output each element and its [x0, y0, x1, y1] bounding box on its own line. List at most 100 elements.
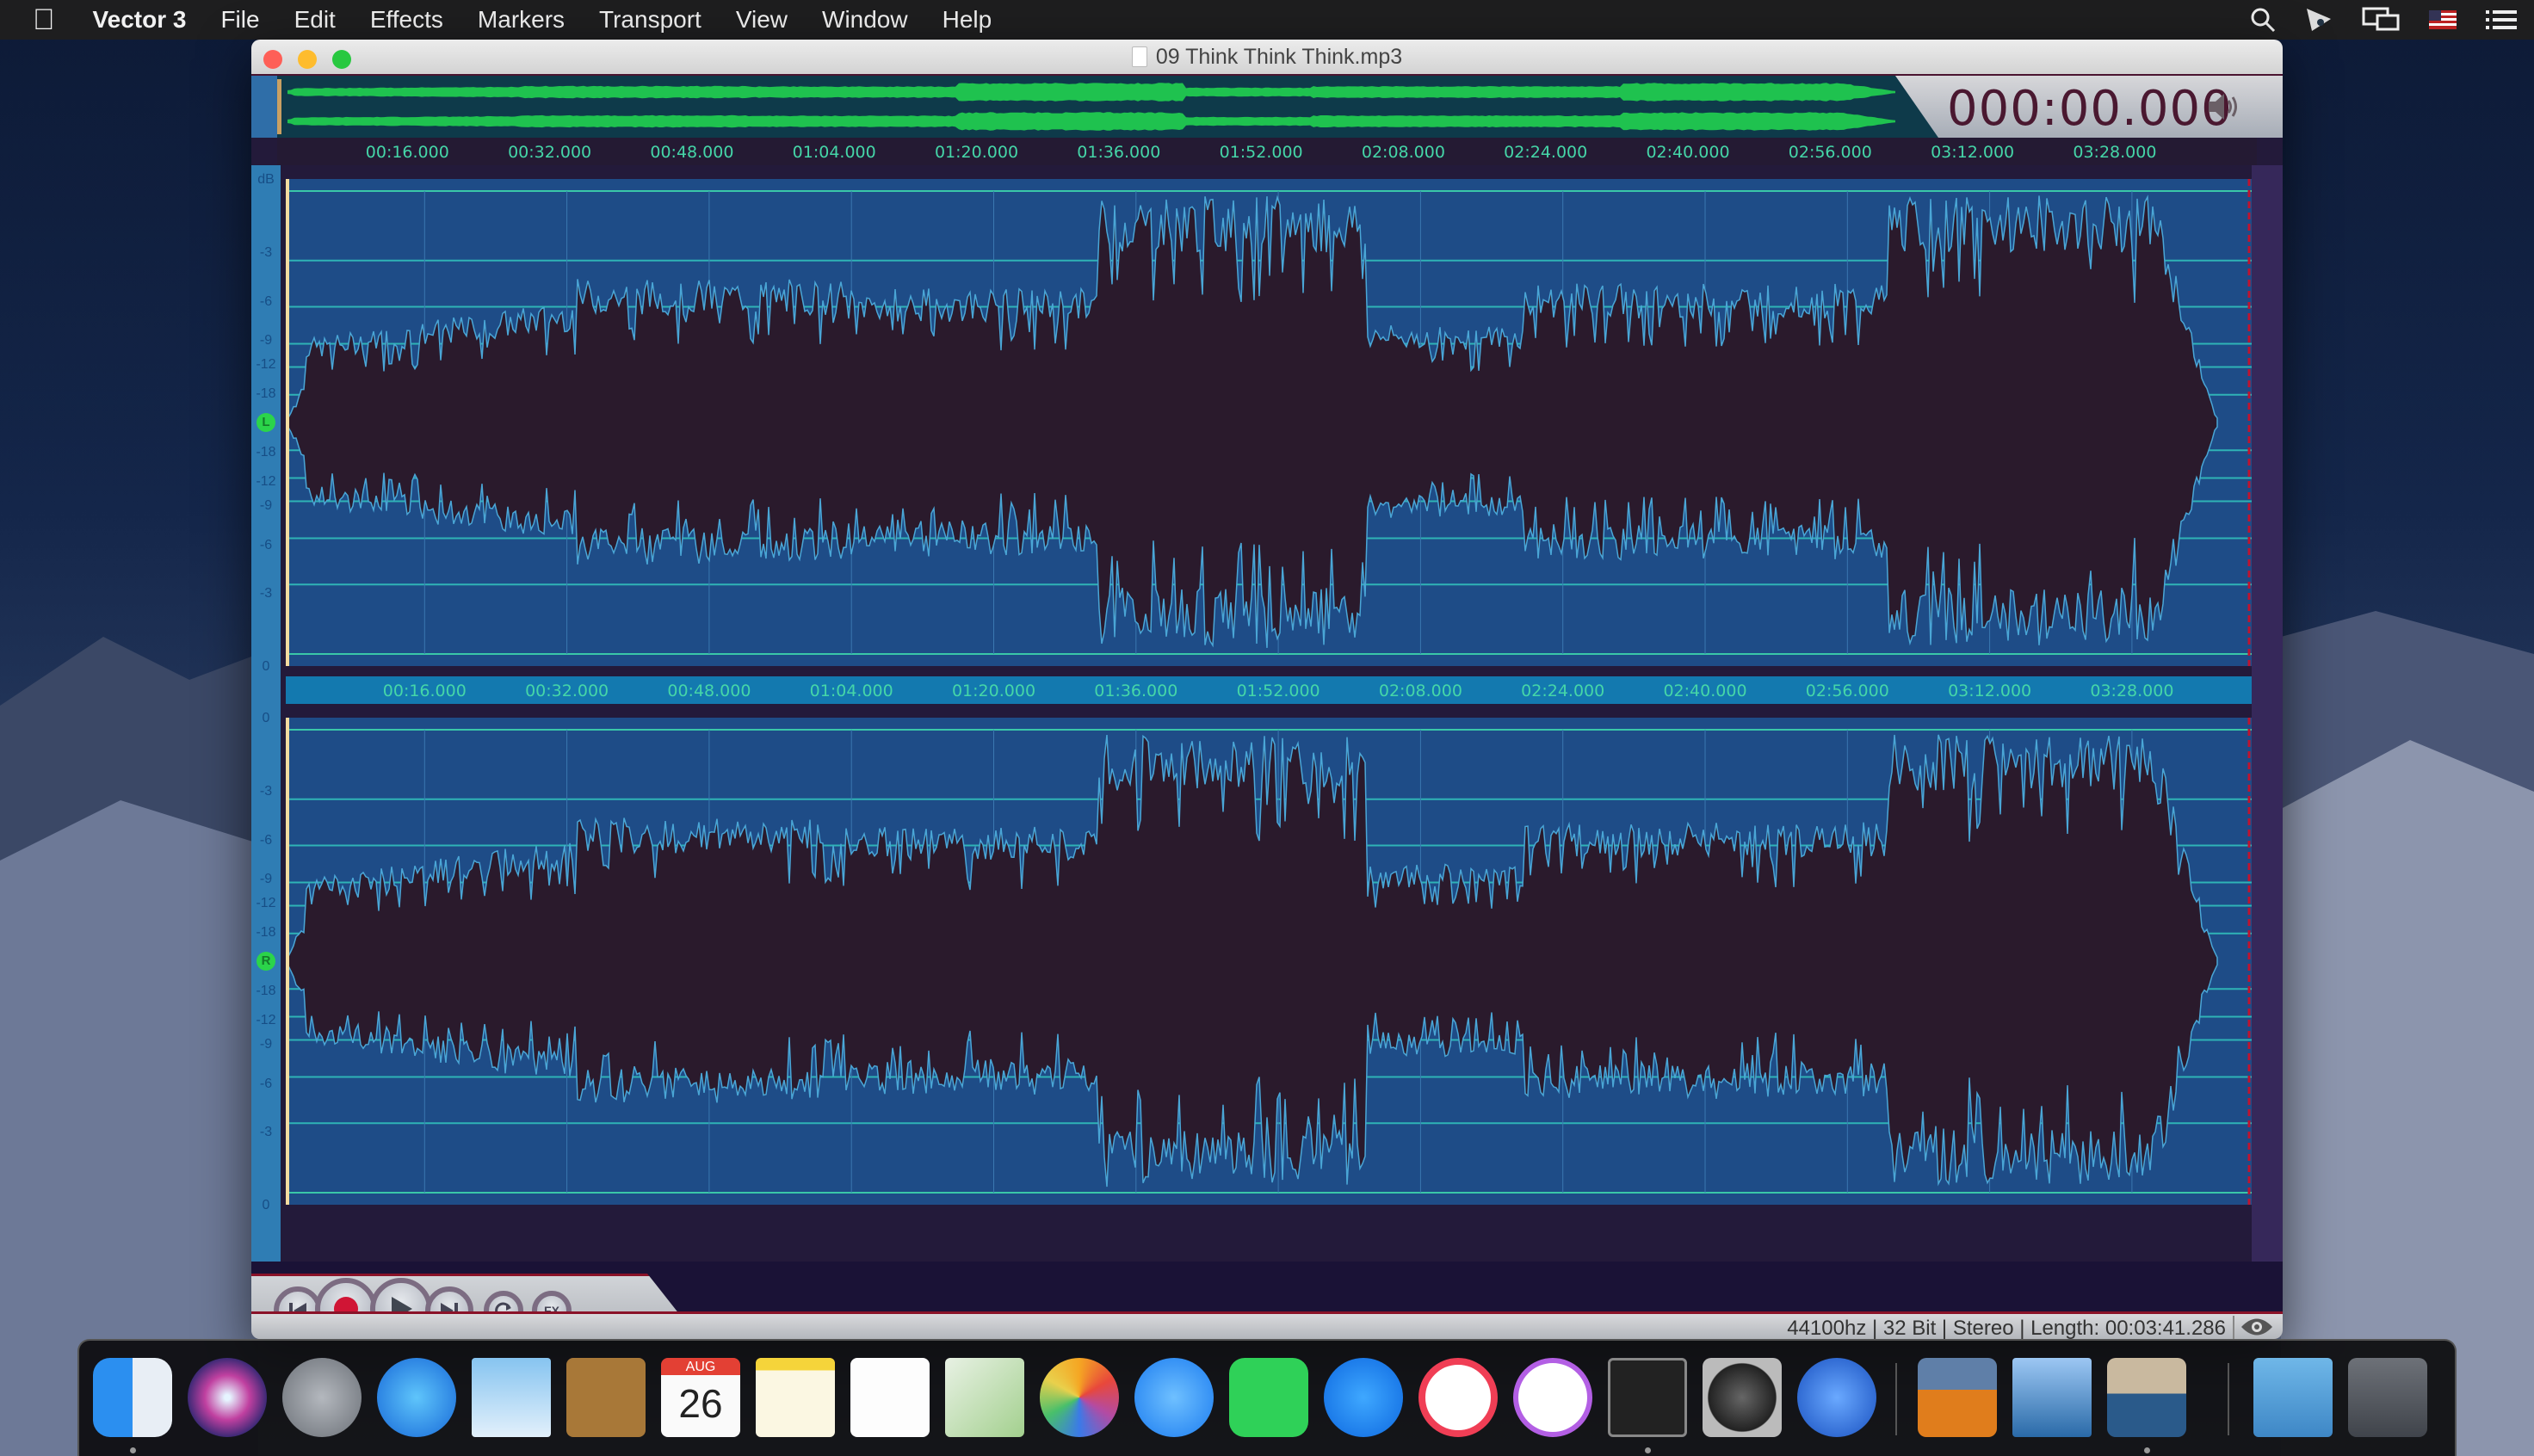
dock-contacts[interactable] [566, 1358, 646, 1437]
db-scale-label: -9 [259, 498, 273, 514]
db-scale-label: -6 [259, 293, 273, 309]
time-tick-label: 03:12.000 [1948, 682, 2032, 700]
timeline-ruler-top[interactable]: 00:16.000 00:32.000 00:48.000 01:04.000 01:2… [277, 138, 2257, 165]
menu-markers[interactable]: Markers [460, 6, 582, 34]
time-tick-label: 01:20.000 [951, 682, 1036, 700]
dock-reminders[interactable] [850, 1358, 930, 1437]
dock-calendar[interactable]: AUG 26 [661, 1358, 740, 1437]
db-scale-label: -3 [259, 783, 273, 799]
menu-effects[interactable]: Effects [353, 6, 460, 34]
time-tick-label: 00:48.000 [667, 682, 751, 700]
dock-safari[interactable] [377, 1358, 456, 1437]
status-bar: 44100hz | 32 Bit | Stereo | Length: 00:0… [251, 1311, 2283, 1339]
db-scale-label: -6 [259, 537, 273, 552]
file-info-text: 44100hz | 32 Bit | Stereo | Length: 00:0… [1787, 1317, 2226, 1339]
dock-preview[interactable] [2012, 1358, 2092, 1437]
speaker-icon[interactable] [2207, 91, 2241, 122]
us-flag-icon[interactable] [2429, 10, 2457, 29]
dock-system-preferences[interactable] [1703, 1358, 1782, 1437]
dock-news[interactable] [1418, 1358, 1498, 1437]
db-scale-label: 0 [262, 711, 270, 725]
dock-mail[interactable] [472, 1358, 551, 1437]
db-scale-label: -18 [256, 386, 276, 402]
waveform-svg [286, 179, 2252, 666]
time-tick-label: 01:04.000 [809, 682, 893, 700]
time-tick-label: 00:16.000 [365, 143, 449, 162]
dock-separator [1895, 1363, 1897, 1435]
db-scale-label: -9 [259, 1037, 273, 1052]
right-gutter [2252, 165, 2283, 1263]
menu-window[interactable]: Window [805, 6, 925, 34]
apple-icon[interactable]:  [0, 3, 76, 37]
search-icon[interactable] [2250, 7, 2276, 33]
dock-itunes[interactable] [1513, 1358, 1592, 1437]
dock-app-cleaner[interactable] [1797, 1358, 1876, 1437]
waveform-shape [286, 734, 2218, 1188]
db-scale-label: -12 [256, 473, 276, 489]
channel-left-waveform[interactable] [286, 179, 2252, 666]
calendar-day: 26 [678, 1381, 723, 1426]
dock-launchpad[interactable] [282, 1358, 362, 1437]
time-tick-label: 00:32.000 [525, 682, 609, 700]
overview-waveform[interactable] [277, 76, 1938, 138]
db-scale-label: -12 [256, 357, 276, 373]
dock-facetime[interactable] [1229, 1358, 1308, 1437]
menu-app-name[interactable]: Vector 3 [76, 6, 204, 34]
dock-photos[interactable] [1040, 1358, 1119, 1437]
db-scale-label: -6 [259, 832, 273, 848]
db-scale-label: -18 [256, 444, 276, 460]
menu-file[interactable]: File [203, 6, 276, 34]
status-separator [2233, 1316, 2234, 1339]
title-bar[interactable]: 09 Think Think Think.mp3 [251, 40, 2283, 76]
time-tick-label: 00:16.000 [382, 682, 467, 700]
dock-app-store[interactable] [1324, 1358, 1403, 1437]
channel-left-label[interactable]: L [256, 413, 275, 432]
dock-messages[interactable] [1134, 1358, 1214, 1437]
playhead[interactable] [286, 718, 289, 1205]
playhead[interactable] [286, 179, 289, 666]
dock-vector-3[interactable] [2107, 1358, 2186, 1437]
dock-finder[interactable] [93, 1358, 172, 1437]
time-tick-label: 02:56.000 [1805, 682, 1889, 700]
db-scale-label: dB [257, 172, 275, 187]
menu-help[interactable]: Help [925, 6, 1010, 34]
dock-trash[interactable] [2348, 1358, 2427, 1437]
db-scale-label: 0 [262, 1198, 270, 1212]
menu-view[interactable]: View [719, 6, 805, 34]
channel-right-label[interactable]: R [256, 952, 275, 971]
dock: AUG 26 [77, 1339, 2457, 1456]
running-indicator [2144, 1447, 2150, 1453]
window-title: 09 Think Think Think.mp3 [251, 45, 2283, 70]
db-scale-label: -18 [256, 983, 276, 998]
dock-archiver[interactable] [1918, 1358, 1997, 1437]
channel-right-waveform[interactable] [286, 718, 2252, 1205]
db-scale-label: -12 [256, 1012, 276, 1027]
airplay-icon[interactable] [2305, 7, 2333, 33]
time-tick-label: 02:40.000 [1646, 143, 1730, 162]
time-tick-label: 02:56.000 [1788, 143, 1872, 162]
time-tick-label: 02:08.000 [1378, 682, 1462, 700]
time-tick-label: 02:24.000 [1504, 143, 1588, 162]
db-scale-label: -3 [259, 1125, 273, 1140]
dock-separator [2228, 1363, 2229, 1435]
db-scale-label: -9 [259, 332, 273, 348]
dock-maps[interactable] [945, 1358, 1024, 1437]
time-tick-label: 02:40.000 [1663, 682, 1747, 700]
dock-terminal[interactable] [1608, 1358, 1687, 1437]
db-scale-label: -6 [259, 1076, 273, 1091]
audio-file-icon [1131, 46, 1147, 67]
overview-playhead[interactable] [277, 79, 281, 134]
timecode-display: 000:00.000 [1947, 81, 2233, 137]
time-tick-label: 02:08.000 [1361, 143, 1445, 162]
displays-icon[interactable] [2362, 7, 2400, 33]
menu-edit[interactable]: Edit [277, 6, 353, 34]
eye-icon[interactable] [2240, 1316, 2274, 1338]
time-tick-label: 01:04.000 [792, 143, 876, 162]
menu-transport[interactable]: Transport [582, 6, 719, 34]
dock-siri[interactable] [188, 1358, 267, 1437]
dock-downloads-folder[interactable] [2253, 1358, 2333, 1437]
dock-notes[interactable] [756, 1358, 835, 1437]
time-tick-label: 03:28.000 [2073, 143, 2157, 162]
timeline-ruler-middle[interactable]: 00:16.000 00:32.000 00:48.000 01:04.000 01:2… [286, 676, 2252, 704]
list-icon[interactable] [2486, 9, 2517, 31]
